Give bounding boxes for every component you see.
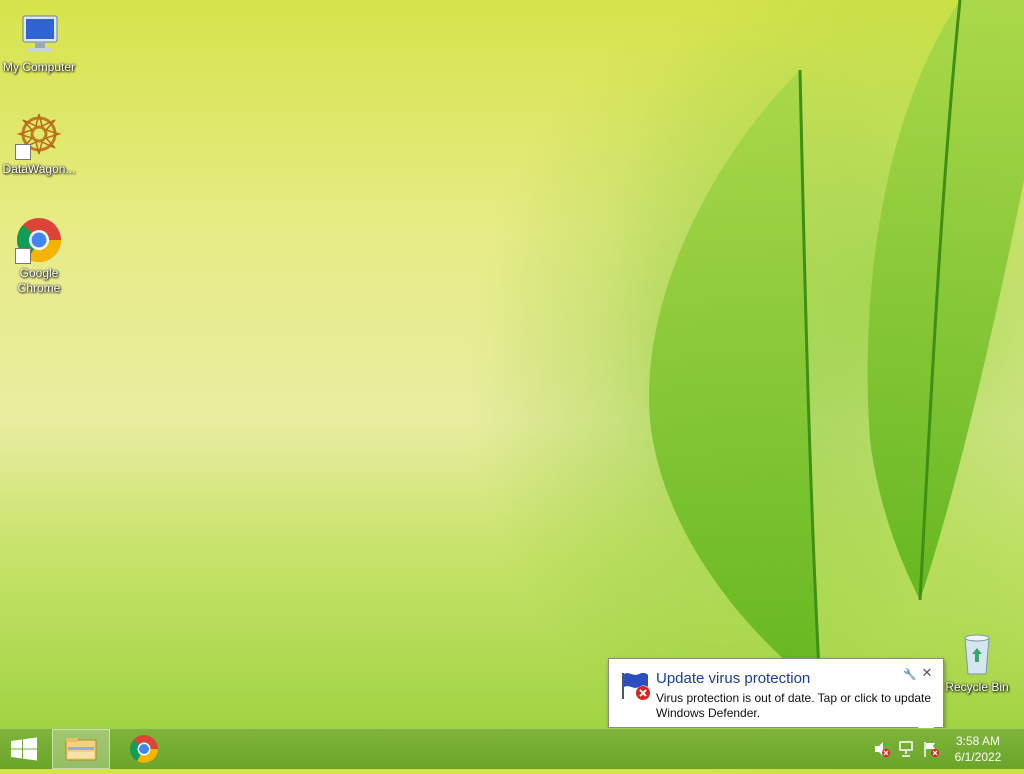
volume-muted-icon[interactable] xyxy=(873,740,891,758)
notification-message: Virus protection is out of date. Tap or … xyxy=(656,691,932,720)
desktop-icon-google-chrome[interactable]: Google Chrome xyxy=(0,216,78,296)
desktop-icon-label: Google Chrome xyxy=(17,266,61,295)
desktop-icon-label: Recycle Bin xyxy=(945,680,1009,694)
wallpaper-leaves xyxy=(649,0,1024,691)
desktop-icon-label: DataWagon... xyxy=(2,162,76,176)
folder-icon xyxy=(65,738,97,761)
taskbar-file-explorer-button[interactable] xyxy=(52,729,110,769)
defender-warning-icon xyxy=(619,669,653,703)
shortcut-arrow-icon xyxy=(15,248,31,264)
clock-time: 3:58 AM xyxy=(955,734,1001,748)
notification-title: Update virus protection xyxy=(656,670,811,687)
action-center-flag-icon[interactable] xyxy=(922,740,940,758)
shortcut-arrow-icon xyxy=(15,144,31,160)
windows-logo-icon xyxy=(11,737,37,761)
chrome-icon xyxy=(15,216,63,264)
taskbar-chrome-button[interactable] xyxy=(118,729,170,769)
chrome-icon xyxy=(130,735,158,763)
datawagon-icon xyxy=(15,112,63,160)
desktop-icon-datawagon[interactable]: DataWagon... xyxy=(0,112,78,177)
desktop-icon-recycle-bin[interactable]: Recycle Bin xyxy=(938,630,1016,695)
options-icon[interactable]: 🔧 xyxy=(903,668,917,681)
notification-balloon[interactable]: Update virus protection Virus protection… xyxy=(608,658,944,728)
close-icon[interactable]: ✕ xyxy=(920,666,934,680)
desktop-icon-label: My Computer xyxy=(2,60,76,74)
taskbar-clock[interactable]: 3:58 AM 6/1/2022 xyxy=(950,733,1006,765)
recycle-bin-icon xyxy=(953,630,1001,678)
desktop-icon-my-computer[interactable]: My Computer xyxy=(0,10,78,75)
network-icon[interactable] xyxy=(898,740,916,758)
clock-date: 6/1/2022 xyxy=(954,750,1002,764)
computer-icon xyxy=(15,10,63,58)
start-button[interactable] xyxy=(0,729,48,769)
